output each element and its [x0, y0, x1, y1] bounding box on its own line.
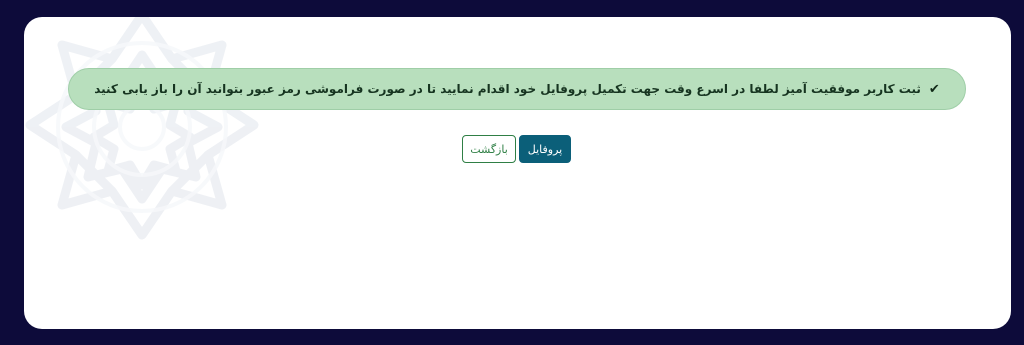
- content-card: ✔ ثبت کاربر موفقیت آمیز لطفا در اسرع وقت…: [24, 17, 1011, 329]
- decorative-pattern: [25, 17, 259, 240]
- profile-button[interactable]: پروفایل: [519, 135, 571, 163]
- action-buttons: بازگشت پروفایل: [462, 135, 571, 163]
- success-alert: ✔ ثبت کاربر موفقیت آمیز لطفا در اسرع وقت…: [68, 68, 966, 110]
- check-icon: ✔: [928, 81, 940, 97]
- success-message: ثبت کاربر موفقیت آمیز لطفا در اسرع وقت ج…: [94, 82, 921, 96]
- back-button[interactable]: بازگشت: [462, 135, 516, 163]
